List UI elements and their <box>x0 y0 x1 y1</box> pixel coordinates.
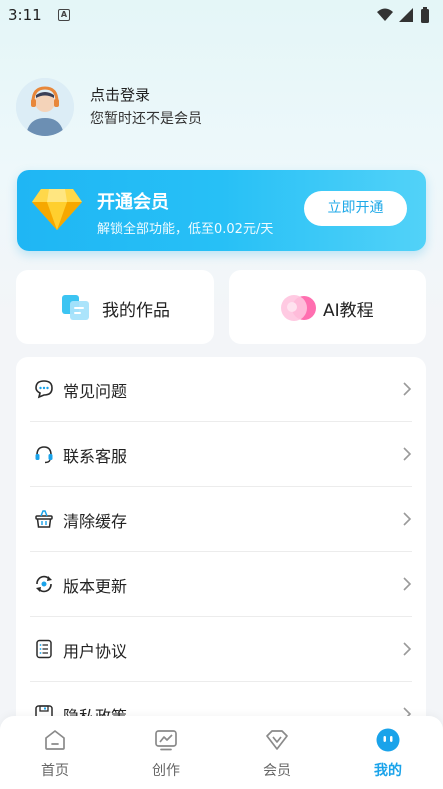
menu-item-user-agreement[interactable]: 用户协议 <box>16 617 426 682</box>
status-icons <box>377 7 429 23</box>
headset-icon <box>35 446 53 464</box>
vip-icon <box>266 730 288 750</box>
chevron-right-icon <box>403 642 412 656</box>
status-time: 3:11 <box>8 6 42 24</box>
vip-subtitle: 解锁全部功能，低至0.02元/天 <box>97 222 274 237</box>
menu-item-label: 清除缓存 <box>63 512 128 531</box>
vip-title: 开通会员 <box>97 192 169 213</box>
notification-icon: A <box>58 9 70 21</box>
settings-list: 常见问题 联系客服 清除缓存 版本更新 用户协议 <box>16 357 426 737</box>
battery-icon <box>421 9 429 23</box>
signal-icon <box>399 8 413 22</box>
menu-item-label: 联系客服 <box>63 447 128 466</box>
ai-tutorial-icon <box>281 295 316 321</box>
menu-item-clear-cache[interactable]: 清除缓存 <box>16 487 426 552</box>
wifi-icon <box>377 8 393 21</box>
nav-mine[interactable]: 我的 <box>333 716 443 789</box>
chevron-right-icon <box>403 512 412 526</box>
bottom-nav: 首页 创作 会员 我的 <box>0 716 443 789</box>
nav-label: 创作 <box>152 763 180 779</box>
refresh-icon <box>36 575 52 593</box>
chart-icon <box>155 730 177 751</box>
open-vip-button[interactable]: 立即开通 <box>304 191 407 226</box>
menu-item-label: 常见问题 <box>63 382 128 401</box>
avatar[interactable] <box>16 78 74 136</box>
menu-item-version-update[interactable]: 版本更新 <box>16 552 426 617</box>
member-status-text: 您暂时还不是会员 <box>90 111 202 127</box>
profile-face-icon <box>376 728 400 752</box>
status-bar: 3:11 A <box>0 0 443 30</box>
menu-item-label: 用户协议 <box>63 642 128 661</box>
home-icon <box>45 730 65 750</box>
chat-bubble-icon <box>35 380 53 399</box>
profile-header[interactable]: 点击登录 您暂时还不是会员 <box>16 78 396 138</box>
basket-icon <box>35 510 53 528</box>
chevron-right-icon <box>403 577 412 591</box>
my-works-card[interactable]: 我的作品 <box>16 270 214 344</box>
ai-tutorial-label: AI教程 <box>323 301 374 321</box>
works-icon <box>62 295 89 320</box>
login-link[interactable]: 点击登录 <box>90 84 150 105</box>
chevron-right-icon <box>403 382 412 396</box>
document-list-icon <box>36 639 52 659</box>
menu-item-label: 版本更新 <box>63 577 128 596</box>
nav-home[interactable]: 首页 <box>0 716 110 789</box>
menu-item-faq[interactable]: 常见问题 <box>16 357 426 422</box>
ai-tutorial-card[interactable]: AI教程 <box>229 270 426 344</box>
vip-banner[interactable]: 开通会员 解锁全部功能，低至0.02元/天 立即开通 <box>17 170 426 251</box>
nav-label: 首页 <box>41 763 69 779</box>
nav-vip[interactable]: 会员 <box>222 716 332 789</box>
diamond-icon <box>32 189 82 230</box>
nav-create[interactable]: 创作 <box>111 716 221 789</box>
chevron-right-icon <box>403 447 412 461</box>
avatar-person-icon <box>16 78 74 136</box>
my-works-label: 我的作品 <box>102 301 170 321</box>
menu-item-contact-support[interactable]: 联系客服 <box>16 422 426 487</box>
nav-label: 我的 <box>374 763 402 779</box>
nav-label: 会员 <box>263 763 291 779</box>
